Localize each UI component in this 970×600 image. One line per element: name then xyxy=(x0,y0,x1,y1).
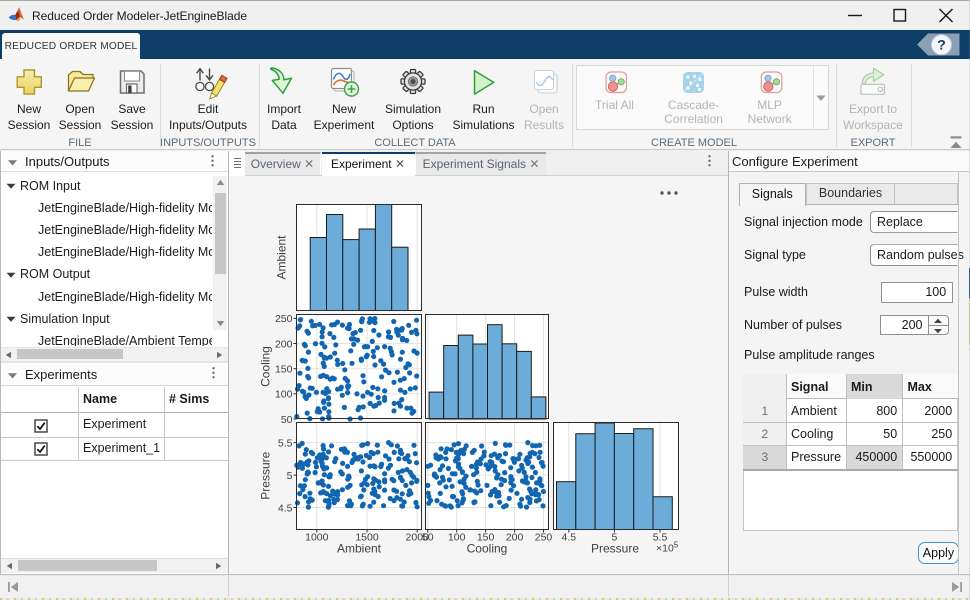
svg-text:4.5: 4.5 xyxy=(278,502,293,514)
svg-text:150: 150 xyxy=(275,364,293,376)
svg-text:5.5: 5.5 xyxy=(278,437,293,449)
svg-text:Pressure: Pressure xyxy=(259,451,273,499)
svg-text:50: 50 xyxy=(281,414,293,426)
svg-text:1000: 1000 xyxy=(305,532,329,544)
svg-text:Ambient: Ambient xyxy=(275,235,289,280)
svg-text:50: 50 xyxy=(422,532,434,544)
svg-text:250: 250 xyxy=(275,313,293,325)
svg-text:×105: ×105 xyxy=(656,541,679,555)
svg-text:Cooling: Cooling xyxy=(259,346,273,387)
svg-text:200: 200 xyxy=(506,532,524,544)
svg-text:200: 200 xyxy=(275,338,293,350)
svg-text:?: ? xyxy=(937,37,946,53)
svg-text:100: 100 xyxy=(448,532,466,544)
svg-text:Pressure: Pressure xyxy=(591,542,639,556)
svg-text:Cooling: Cooling xyxy=(467,542,508,556)
svg-text:250: 250 xyxy=(535,532,553,544)
svg-text:Ambient: Ambient xyxy=(337,542,382,556)
svg-text:4.5: 4.5 xyxy=(561,532,576,544)
svg-text:5: 5 xyxy=(287,470,293,482)
svg-text:100: 100 xyxy=(275,389,293,401)
